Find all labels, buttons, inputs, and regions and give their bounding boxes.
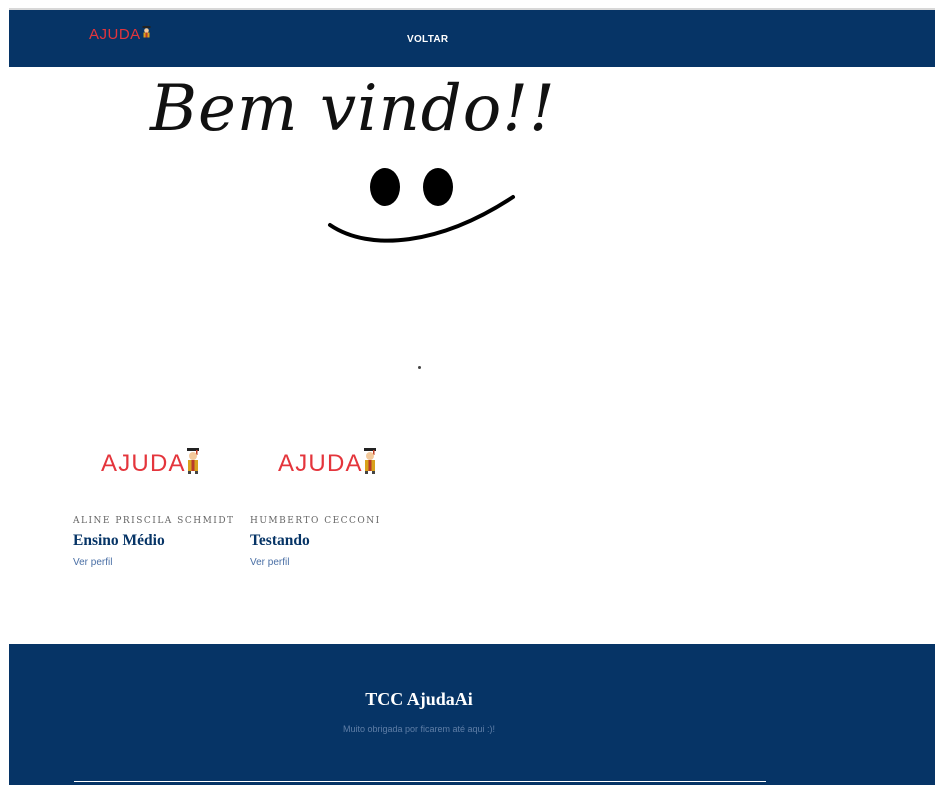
top-navbar: AJUDA VOLTAR: [9, 10, 935, 67]
voltar-link[interactable]: VOLTAR: [407, 34, 448, 45]
footer-title: TCC AjudaAi: [365, 689, 473, 709]
smiley-face-icon: [325, 167, 525, 257]
site-footer: TCC AjudaAi Muito obrigada por ficarem a…: [9, 644, 935, 785]
card-logo-text: AJUDA: [101, 450, 186, 477]
ver-perfil-link[interactable]: Ver perfil: [73, 557, 233, 568]
card-title[interactable]: Testando: [250, 532, 410, 550]
graduate-mascot-icon: [142, 26, 151, 43]
footer-divider: [74, 781, 766, 782]
ver-perfil-link[interactable]: Ver perfil: [250, 557, 410, 568]
card-logo: AJUDA: [250, 440, 410, 488]
profile-card: AJUDA HUMBERTO CECCONI Testando Ver perf…: [250, 440, 410, 568]
card-logo-text: AJUDA: [278, 450, 363, 477]
graduate-mascot-icon: [186, 447, 200, 481]
card-author: ALINE PRISCILA SCHMIDT: [73, 516, 235, 526]
card-logo: AJUDA: [73, 440, 233, 488]
welcome-heading: Bem vindo!!: [150, 72, 556, 146]
profile-card: AJUDA ALINE PRISCILA SCHMIDT Ensino Médi…: [73, 440, 233, 568]
footer-subtitle: Muito obrigada por ficarem até aqui :)!: [342, 724, 496, 734]
logo-link[interactable]: AJUDA: [89, 26, 151, 43]
logo-text: AJUDA: [89, 26, 141, 43]
card-author: HUMBERTO CECCONI: [250, 516, 381, 526]
card-title[interactable]: Ensino Médio: [73, 532, 233, 550]
graduate-mascot-icon: [363, 447, 377, 481]
welcome-banner: Bem vindo!!: [150, 72, 710, 257]
divider-dot: [418, 366, 421, 369]
